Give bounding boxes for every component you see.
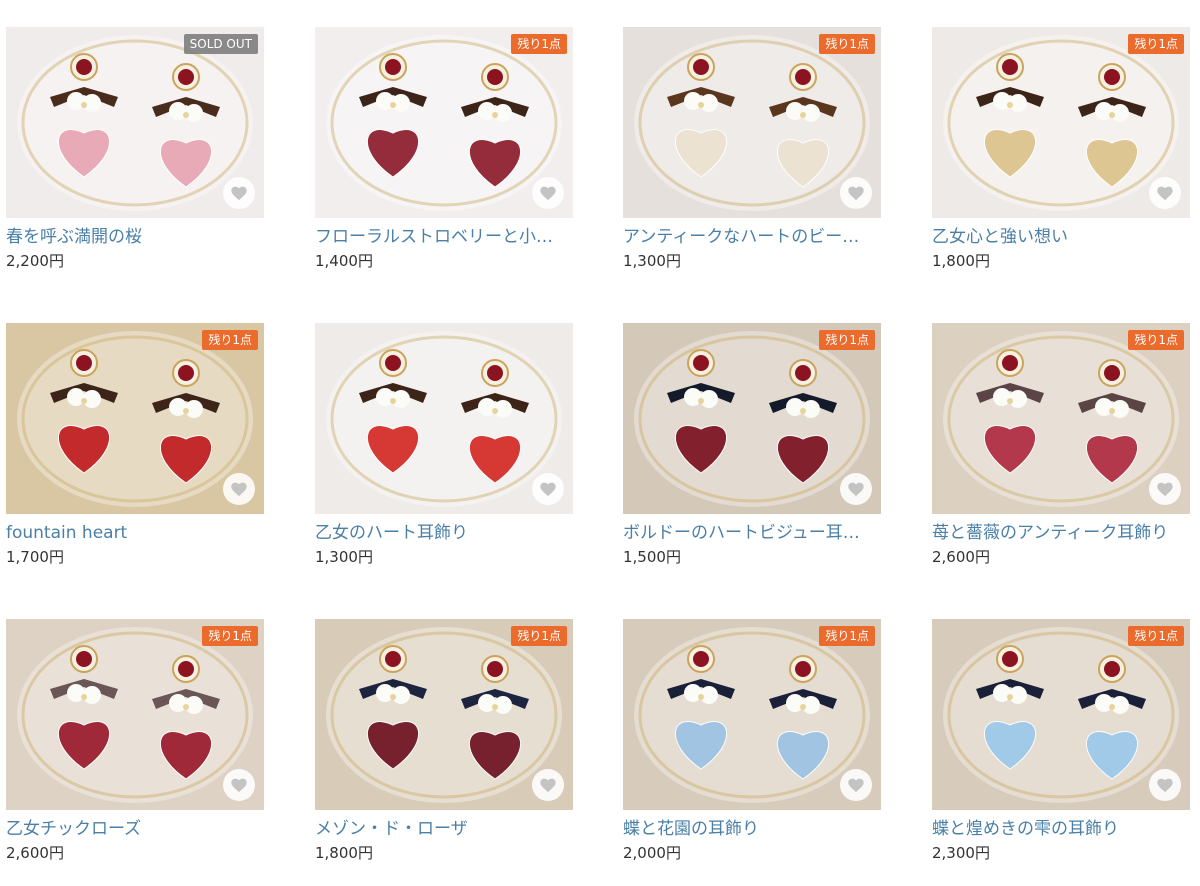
product-title[interactable]: 蝶と花園の耳飾り (623, 819, 881, 839)
heart-icon (1157, 778, 1173, 792)
stock-badge: 残り1点 (819, 626, 875, 646)
product-card[interactable]: SOLD OUT 春を呼ぶ満開の桜 2,200円 (6, 27, 264, 270)
stock-badge: 残り1点 (511, 626, 567, 646)
stock-badge: 残り1点 (1128, 330, 1184, 350)
product-title[interactable]: 苺と薔薇のアンティーク耳飾り (932, 523, 1190, 543)
product-image[interactable]: 残り1点 (6, 619, 264, 810)
product-image[interactable]: 残り1点 (623, 27, 881, 218)
product-card[interactable]: 残り1点 苺と薔薇のアンティーク耳飾り 2,600円 (932, 323, 1190, 566)
heart-icon (848, 482, 864, 496)
favorite-button[interactable] (1149, 473, 1181, 505)
product-price: 1,300円 (315, 548, 373, 566)
product-image[interactable]: SOLD OUT (6, 27, 264, 218)
product-card[interactable]: 残り1点 メゾン・ド・ローザ 1,800円 (315, 619, 573, 862)
product-card[interactable]: 残り1点 アンティークなハートのビー… 1,300円 (623, 27, 881, 270)
product-card[interactable]: 乙女のハート耳飾り 1,300円 (315, 323, 573, 566)
product-title[interactable]: fountain heart (6, 523, 264, 543)
product-image[interactable]: 残り1点 (315, 619, 573, 810)
product-title[interactable]: 春を呼ぶ満開の桜 (6, 227, 264, 247)
product-card[interactable]: 残り1点 フローラルストロベリーと小… 1,400円 (315, 27, 573, 270)
product-title[interactable]: 乙女のハート耳飾り (315, 523, 573, 543)
product-price: 2,200円 (6, 252, 64, 270)
product-image[interactable] (315, 323, 573, 514)
heart-icon (231, 482, 247, 496)
product-image[interactable]: 残り1点 (623, 323, 881, 514)
favorite-button[interactable] (223, 473, 255, 505)
favorite-button[interactable] (532, 473, 564, 505)
product-price: 2,600円 (6, 844, 64, 862)
heart-icon (1157, 482, 1173, 496)
product-title[interactable]: フローラルストロベリーと小… (315, 227, 573, 247)
product-card[interactable]: 残り1点 蝶と花園の耳飾り 2,000円 (623, 619, 881, 862)
stock-badge: 残り1点 (202, 626, 258, 646)
favorite-button[interactable] (532, 177, 564, 209)
product-price: 2,600円 (932, 548, 990, 566)
product-title[interactable]: 蝶と煌めきの雫の耳飾り (932, 819, 1190, 839)
stock-badge: 残り1点 (1128, 626, 1184, 646)
heart-icon (540, 186, 556, 200)
favorite-button[interactable] (223, 769, 255, 801)
heart-icon (848, 186, 864, 200)
heart-icon (1157, 186, 1173, 200)
product-card[interactable]: 残り1点 ボルドーのハートビジュー耳… 1,500円 (623, 323, 881, 566)
stock-badge: 残り1点 (1128, 34, 1184, 54)
product-title[interactable]: アンティークなハートのビー… (623, 227, 881, 247)
favorite-button[interactable] (1149, 177, 1181, 209)
product-price: 1,500円 (623, 548, 681, 566)
favorite-button[interactable] (1149, 769, 1181, 801)
product-image[interactable]: 残り1点 (623, 619, 881, 810)
stock-badge: SOLD OUT (183, 34, 258, 54)
product-price: 1,700円 (6, 548, 64, 566)
stock-badge: 残り1点 (819, 330, 875, 350)
heart-icon (540, 482, 556, 496)
product-image[interactable]: 残り1点 (932, 619, 1190, 810)
product-title[interactable]: 乙女心と強い想い (932, 227, 1190, 247)
product-price: 1,800円 (932, 252, 990, 270)
product-title[interactable]: ボルドーのハートビジュー耳… (623, 523, 881, 543)
heart-icon (231, 778, 247, 792)
product-price: 1,400円 (315, 252, 373, 270)
product-title[interactable]: メゾン・ド・ローザ (315, 819, 573, 839)
favorite-button[interactable] (840, 769, 872, 801)
product-image[interactable]: 残り1点 (6, 323, 264, 514)
stock-badge: 残り1点 (202, 330, 258, 350)
favorite-button[interactable] (223, 177, 255, 209)
product-card[interactable]: 残り1点 乙女チックローズ 2,600円 (6, 619, 264, 862)
favorite-button[interactable] (840, 177, 872, 209)
product-image[interactable]: 残り1点 (315, 27, 573, 218)
heart-icon (848, 778, 864, 792)
product-price: 1,300円 (623, 252, 681, 270)
product-card[interactable]: 残り1点 乙女心と強い想い 1,800円 (932, 27, 1190, 270)
product-price: 2,300円 (932, 844, 990, 862)
product-image[interactable]: 残り1点 (932, 27, 1190, 218)
product-title[interactable]: 乙女チックローズ (6, 819, 264, 839)
heart-icon (540, 778, 556, 792)
heart-icon (231, 186, 247, 200)
product-price: 2,000円 (623, 844, 681, 862)
product-image[interactable]: 残り1点 (932, 323, 1190, 514)
product-card[interactable]: 残り1点 fountain heart 1,700円 (6, 323, 264, 566)
stock-badge: 残り1点 (819, 34, 875, 54)
product-card[interactable]: 残り1点 蝶と煌めきの雫の耳飾り 2,300円 (932, 619, 1190, 862)
favorite-button[interactable] (840, 473, 872, 505)
stock-badge: 残り1点 (511, 34, 567, 54)
product-price: 1,800円 (315, 844, 373, 862)
favorite-button[interactable] (532, 769, 564, 801)
